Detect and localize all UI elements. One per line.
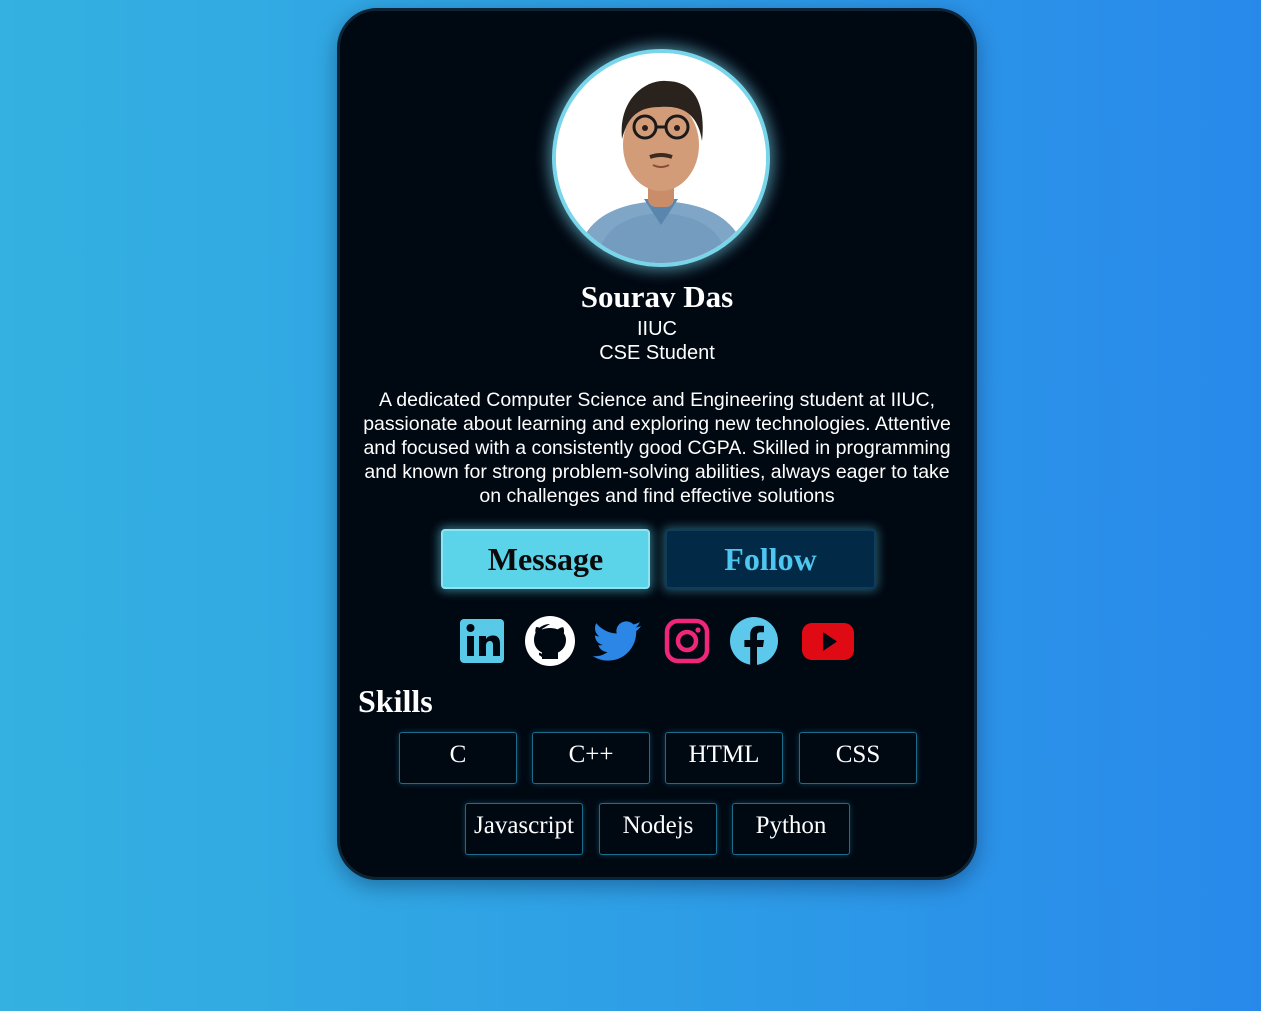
skill-tag-javascript[interactable]: Javascript (465, 803, 583, 855)
facebook-icon (730, 617, 778, 665)
github-link[interactable] (523, 614, 577, 668)
skill-tag-c[interactable]: C (399, 732, 517, 784)
linkedin-icon (460, 619, 504, 663)
message-button[interactable]: Message (441, 529, 650, 589)
avatar (552, 49, 770, 267)
skill-tag-nodejs[interactable]: Nodejs (599, 803, 717, 855)
linkedin-link[interactable] (458, 614, 506, 668)
youtube-link[interactable] (800, 614, 856, 668)
profile-name: Sourav Das (580, 279, 734, 314)
skill-tag-python[interactable]: Python (732, 803, 850, 855)
follow-button[interactable]: Follow (665, 529, 876, 589)
skill-tag-css[interactable]: CSS (799, 732, 917, 784)
skills-title: Skills (358, 683, 433, 719)
profile-role: CSE Student (599, 342, 715, 364)
skill-tag-cpp[interactable]: C++ (532, 732, 650, 784)
profile-org: IIUC (637, 318, 677, 340)
avatar-photo (556, 53, 766, 263)
twitter-icon (592, 621, 641, 661)
profile-bio: A dedicated Computer Science and Enginee… (363, 389, 951, 507)
facebook-link[interactable] (728, 614, 780, 668)
github-icon (525, 616, 575, 666)
twitter-link[interactable] (591, 614, 645, 668)
youtube-icon (802, 623, 854, 660)
skill-tag-html[interactable]: HTML (665, 732, 783, 784)
instagram-link[interactable] (663, 614, 711, 668)
profile-card: Sourav Das IIUC CSE Student A dedicated … (337, 8, 977, 880)
instagram-icon (664, 618, 710, 664)
